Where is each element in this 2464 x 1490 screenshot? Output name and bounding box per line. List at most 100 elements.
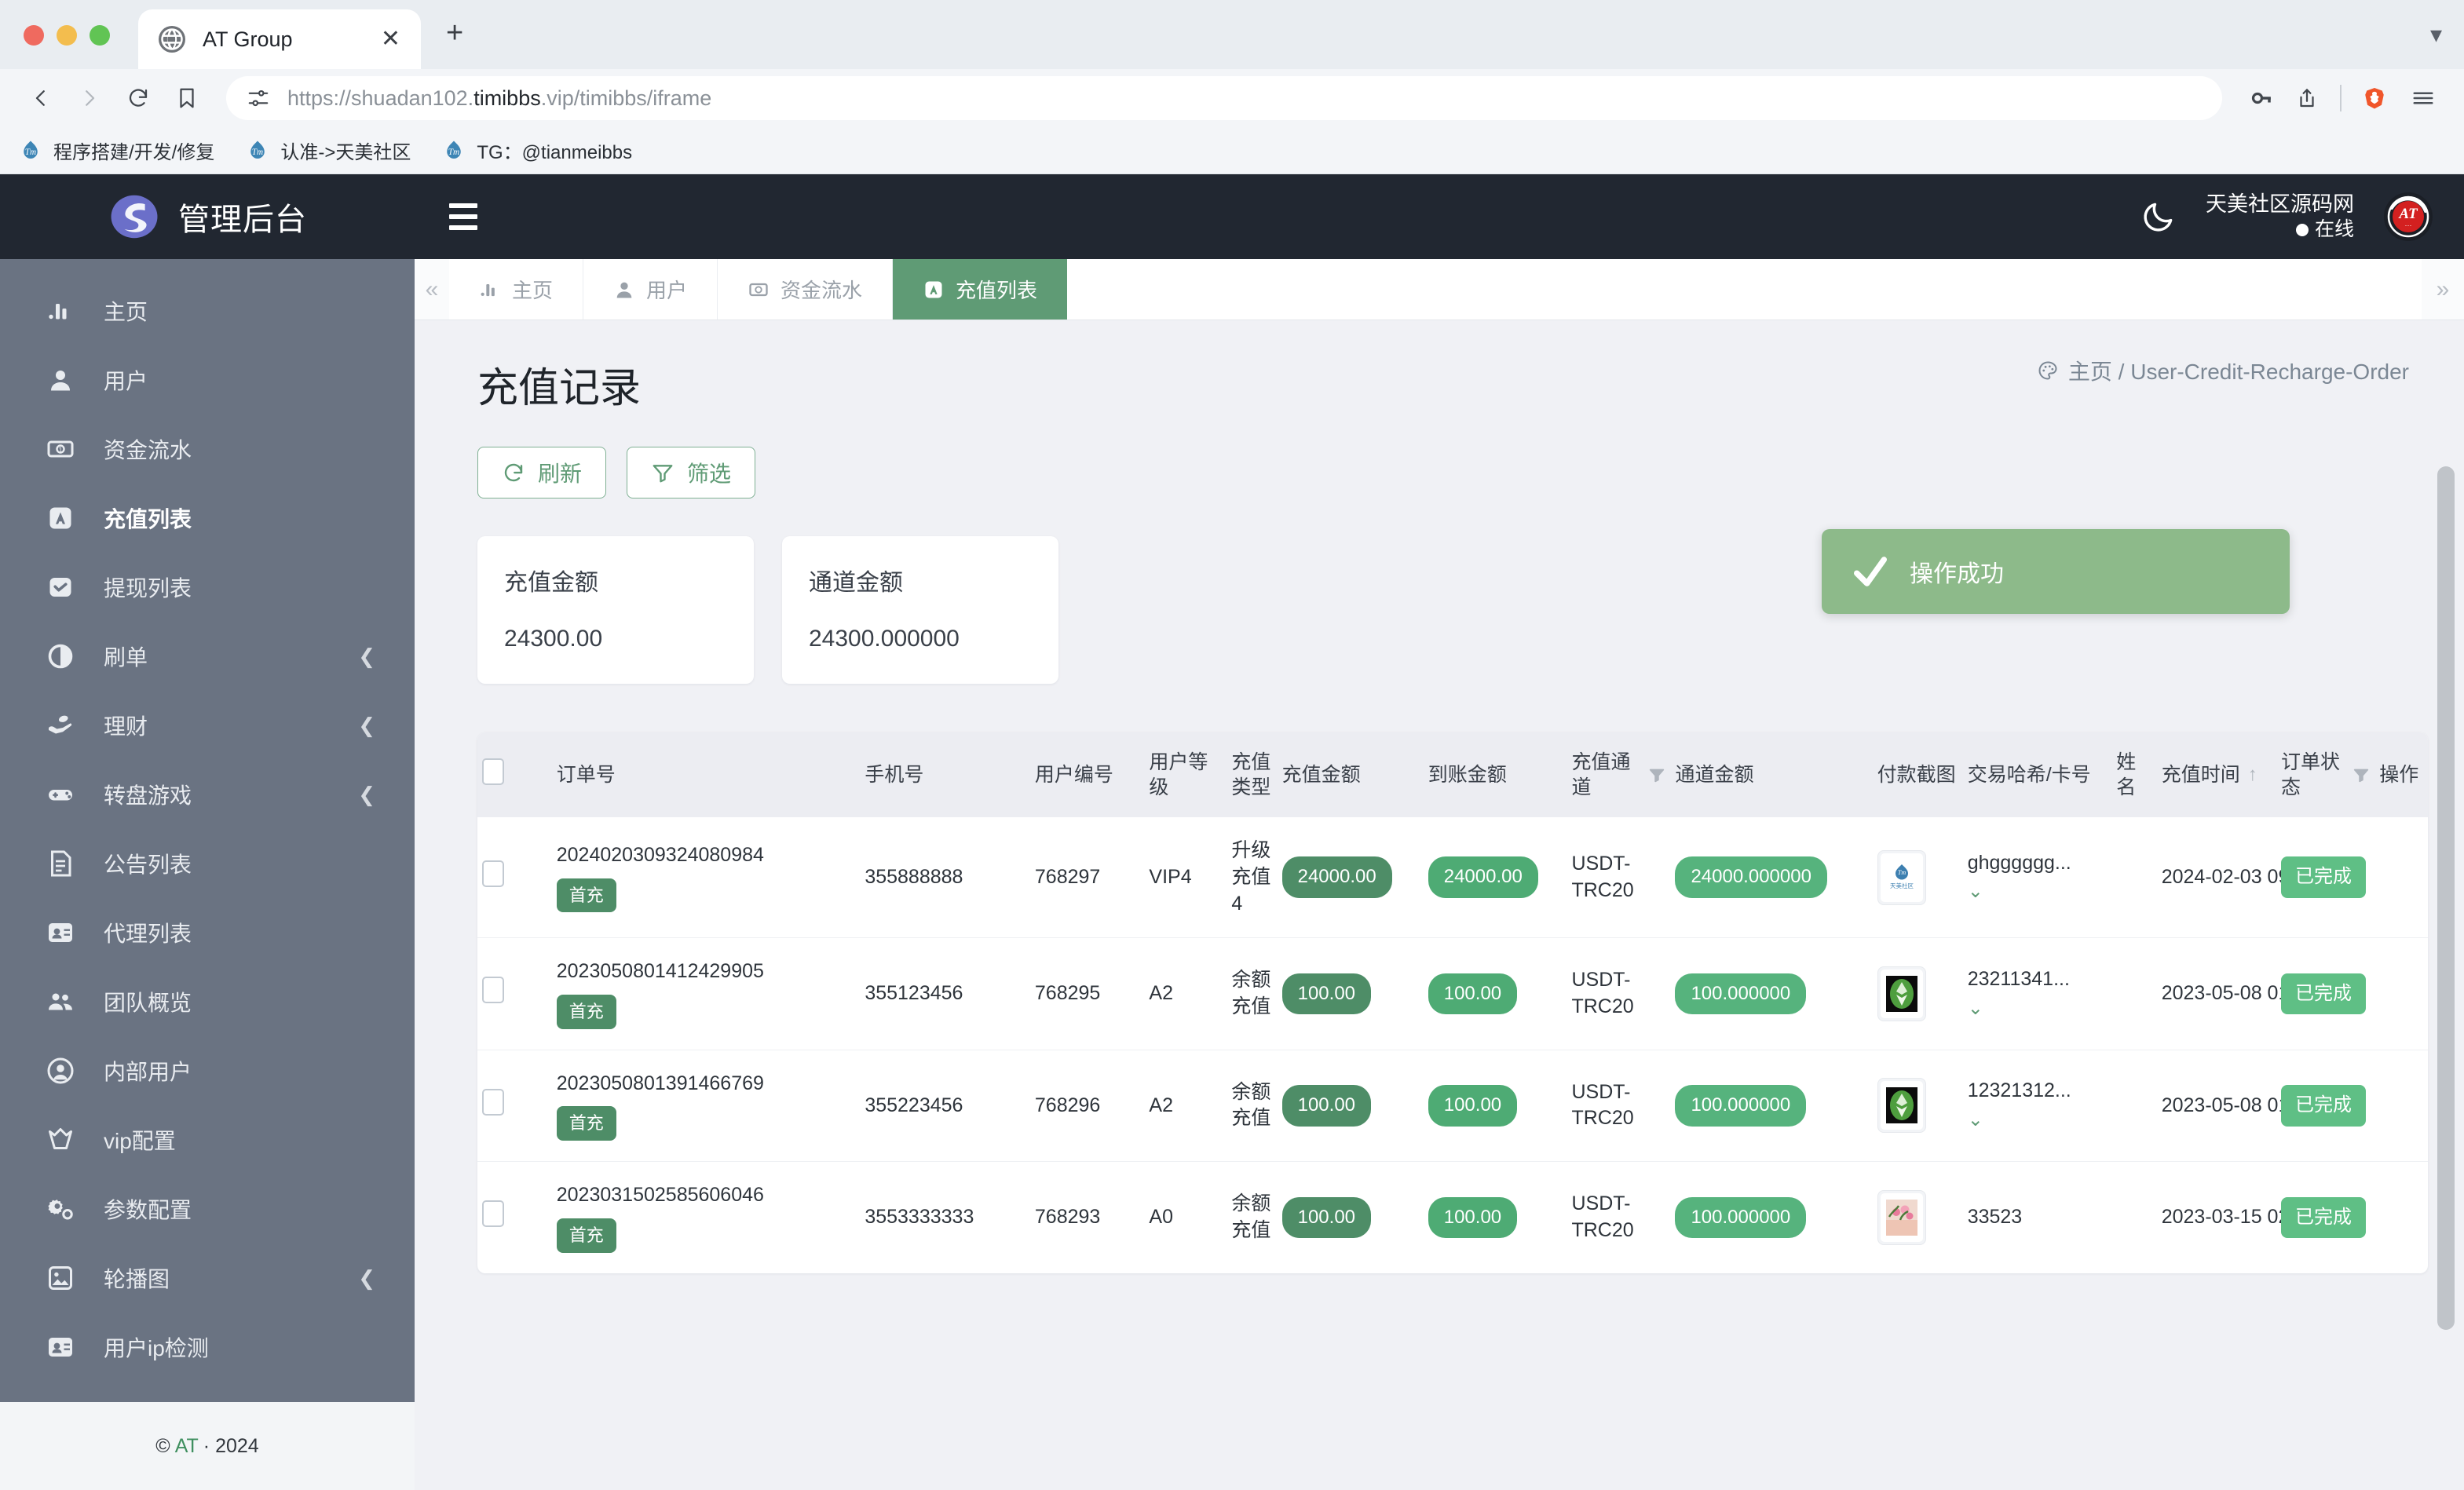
sidebar-item-fund-flow[interactable]: 1 资金流水 [0,414,415,484]
col-level[interactable]: 用户等级 [1144,732,1227,817]
col-status[interactable]: 订单状态 [2276,732,2374,817]
chevron-left-icon[interactable]: ❮ [358,714,375,738]
browser-tab[interactable]: AT Group ✕ [138,9,421,69]
chevron-left-icon[interactable]: ❮ [358,645,375,669]
sidebar-item-user-ip-check[interactable]: 用户ip检测 [0,1313,415,1382]
user-icon [46,365,75,395]
col-screenshot[interactable]: 付款截图 [1873,732,1963,817]
expand-hash-icon[interactable]: ⌄ [1968,996,2108,1021]
close-window-button[interactable] [24,25,44,46]
col-user-id[interactable]: 用户编号 [1030,732,1145,817]
row-checkbox[interactable] [482,977,504,1003]
back-icon[interactable] [20,78,61,119]
sidebar-item-announcements[interactable]: 公告列表 [0,829,415,898]
expand-hash-icon[interactable]: ⌄ [1968,879,2108,904]
bookmark-icon[interactable] [166,78,207,119]
col-phone[interactable]: 手机号 [860,732,1030,817]
avatar[interactable]: AT ··· [2384,192,2433,241]
cell-action[interactable] [2374,938,2428,1050]
sidebar-item-agents[interactable]: 代理列表 [0,898,415,967]
new-tab-button[interactable]: + [446,16,463,69]
sidebar-item-wheel-game[interactable]: 转盘游戏 ❮ [0,760,415,829]
moon-icon[interactable] [2141,199,2176,234]
brave-lion-icon[interactable] [2354,78,2395,119]
maximize-window-button[interactable] [90,25,110,46]
row-checkbox[interactable] [482,860,504,887]
chevron-left-icon[interactable]: ❮ [358,1266,375,1291]
col-order-no[interactable]: 订单号 [552,732,861,817]
forward-icon[interactable] [69,78,110,119]
bookmarks-bar: Tm 程序搭建/开发/修复 Tm 认准->天美社区 Tm TG：@tianmei… [0,127,2464,174]
row-checkbox[interactable] [482,1089,504,1116]
col-amount[interactable]: 充值金额 [1278,732,1424,817]
cell-action[interactable] [2374,817,2428,938]
table-row[interactable]: 2023031502585606046 首充 3553333333 768293… [477,1162,2428,1273]
row-checkbox[interactable] [482,1200,504,1227]
sidebar-item-label: 公告列表 [104,848,192,879]
sidebar-item-recharge-list[interactable]: 充值列表 [0,484,415,553]
minimize-window-button[interactable] [57,25,77,46]
sidebar-item-withdraw-list[interactable]: 提现列表 [0,553,415,622]
cell-status: 已完成 [2276,817,2374,938]
user-info[interactable]: 天美社区源码网 在线 [2206,192,2354,243]
address-bar[interactable]: https://shuadan102.timibbs.vip/timibbs/i… [226,76,2222,120]
payment-screenshot-thumb[interactable] [1877,966,1926,1021]
sidebar-item-team-overview[interactable]: 团队概览 [0,967,415,1036]
payment-screenshot-thumb[interactable] [1877,1190,1926,1245]
payment-screenshot-thumb[interactable] [1877,1078,1926,1133]
sidebar-item-brushing[interactable]: 刷单 ❮ [0,622,415,691]
col-action[interactable]: 操作 [2374,732,2428,817]
tabbar-scroll-left-icon[interactable]: « [415,259,449,320]
tab-home[interactable]: 主页 [449,259,583,320]
col-time[interactable]: 充值时间 ↑ [2157,732,2276,817]
bookmark-item[interactable]: Tm TG：@tianmeibbs [442,137,632,164]
cell-received: 100.00 [1424,938,1567,1050]
share-icon[interactable] [2287,78,2327,119]
bookmark-item[interactable]: Tm 认准->天美社区 [246,137,411,164]
cell-level: A0 [1144,1162,1227,1273]
sidebar-item-vip-config[interactable]: vip配置 [0,1105,415,1174]
col-received[interactable]: 到账金额 [1424,732,1567,817]
page-scrollbar[interactable] [2437,466,2458,1484]
tab-recharge-list[interactable]: 充值列表 [893,259,1067,320]
chevron-left-icon[interactable]: ❮ [358,783,375,807]
sidebar-item-internal-users[interactable]: 内部用户 [0,1036,415,1105]
col-channel[interactable]: 充值通道 [1567,732,1670,817]
close-tab-button[interactable]: ✕ [381,27,400,51]
scrollbar-thumb[interactable] [2437,466,2455,1330]
col-name[interactable]: 姓名 [2111,732,2157,817]
sidebar-item-home[interactable]: 主页 [0,276,415,345]
reload-icon[interactable] [118,78,159,119]
online-dot-icon [2296,224,2309,236]
sidebar-item-param-config[interactable]: 参数配置 [0,1174,415,1243]
tabstrip-expand-icon[interactable]: ▾ [2430,21,2442,49]
col-type[interactable]: 充值类型 [1227,732,1277,817]
cell-action[interactable] [2374,1162,2428,1273]
cell-order-no: 2023050801391466769 首充 [552,1050,861,1161]
select-all-checkbox[interactable] [482,758,504,785]
table-row[interactable]: 2023050801412429905 首充 355123456 768295 … [477,938,2428,1050]
filter-button[interactable]: 筛选 [627,447,755,498]
sidebar-brand[interactable]: 管理后台 [0,174,415,259]
table-row[interactable]: 2023050801391466769 首充 355223456 768296 … [477,1050,2428,1161]
refresh-button[interactable]: 刷新 [477,447,606,498]
cell-received: 100.00 [1424,1050,1567,1161]
tab-fund-flow[interactable]: 资金流水 [718,259,893,320]
sidebar-item-carousel[interactable]: 轮播图 ❮ [0,1243,415,1313]
tabbar-scroll-right-icon[interactable]: » [2422,259,2464,320]
hamburger-icon[interactable] [449,203,477,230]
table-row[interactable]: 2024020309324080984 首充 355888888 768297 … [477,817,2428,938]
expand-hash-icon[interactable]: ⌄ [1968,1108,2108,1133]
sidebar-item-finance[interactable]: 理财 ❮ [0,691,415,760]
bookmark-item[interactable]: Tm 程序搭建/开发/修复 [19,137,214,164]
col-hash[interactable]: 交易哈希/卡号 [1963,732,2112,817]
sort-asc-icon[interactable]: ↑ [2248,763,2257,787]
col-channel-amount[interactable]: 通道金额 [1670,732,1872,817]
payment-screenshot-thumb[interactable]: Tm天美社区 [1877,850,1926,905]
cell-action[interactable] [2374,1050,2428,1161]
sidebar-item-users[interactable]: 用户 [0,345,415,414]
password-key-icon[interactable] [2241,78,2282,119]
tab-users[interactable]: 用户 [583,259,718,320]
site-settings-icon[interactable] [245,85,272,111]
browser-menu-icon[interactable] [2403,78,2444,119]
